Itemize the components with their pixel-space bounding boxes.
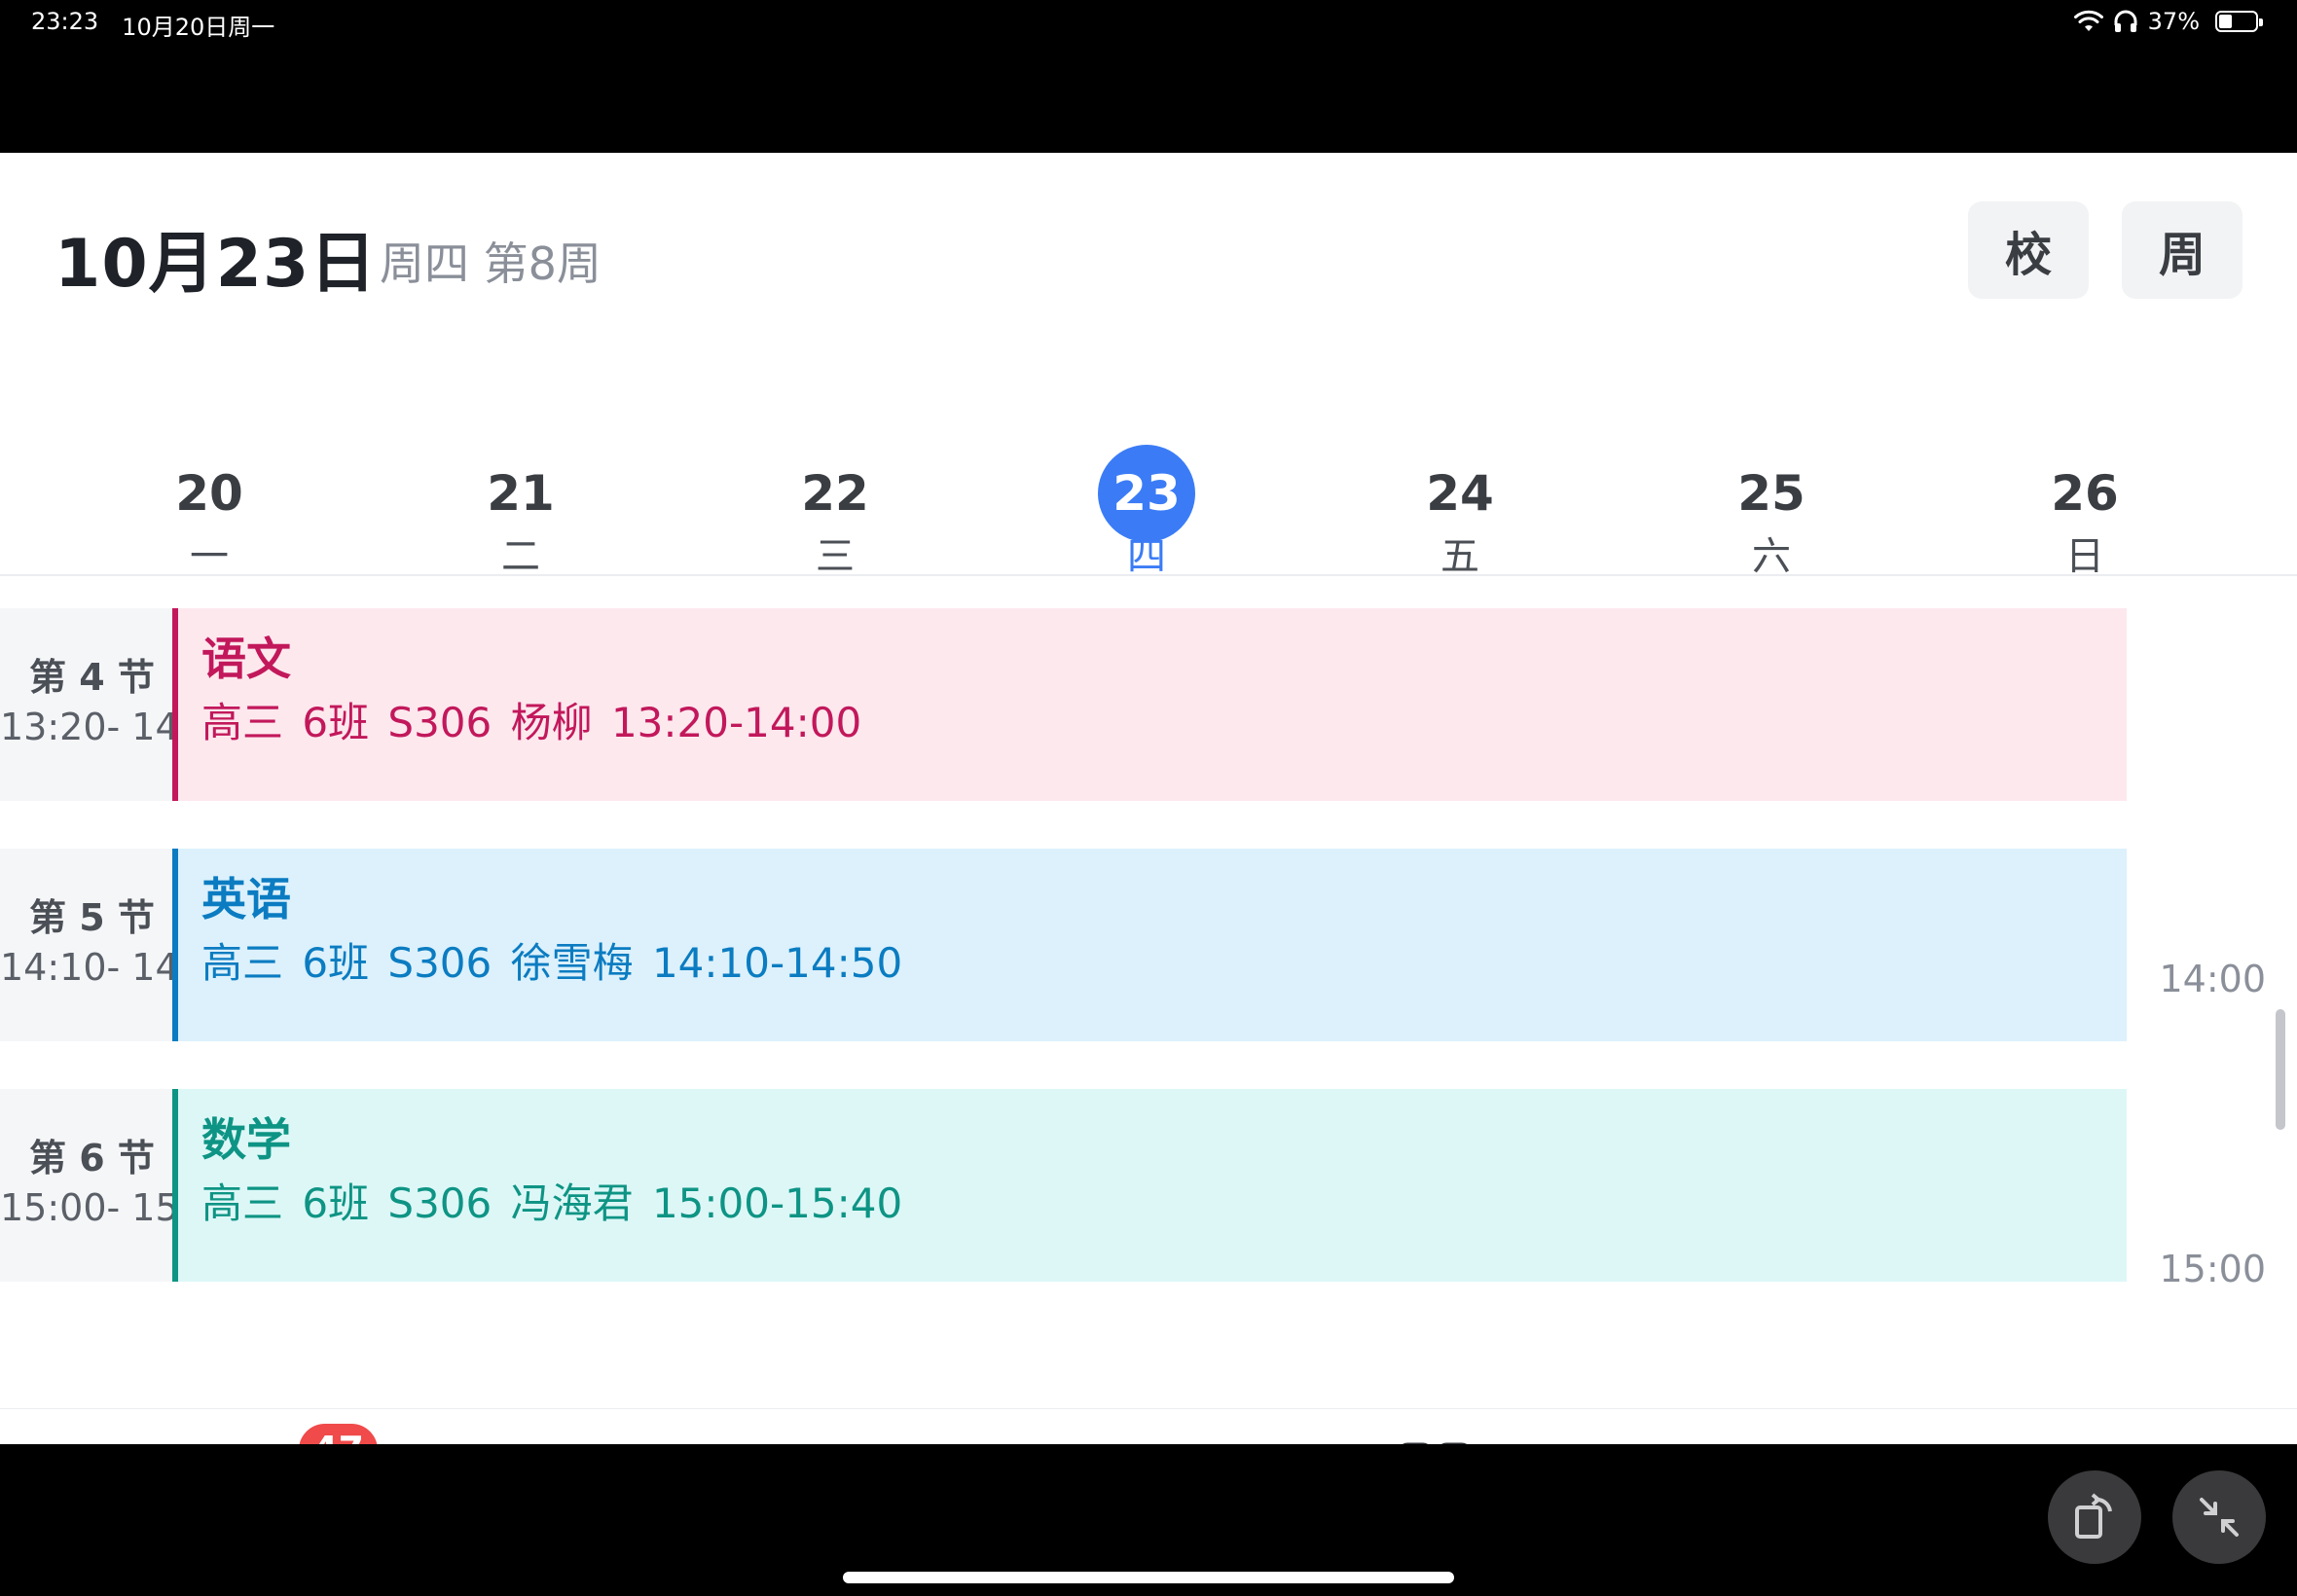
period-label: 第 4 节 13:20- 14 bbox=[0, 608, 173, 801]
class-subject: 语文 bbox=[201, 633, 291, 685]
hour-mark: 15:00 bbox=[2159, 1248, 2266, 1290]
bottom-tab-bar: 47 首页 日程 应用 bbox=[0, 1408, 2297, 1444]
week-view-button[interactable]: 周 bbox=[2122, 201, 2242, 299]
tab-home[interactable]: 47 首页 bbox=[160, 1409, 413, 1444]
status-bar: 23:23 10月20日周一 37% bbox=[0, 0, 2297, 47]
period-label: 第 5 节 14:10- 14: bbox=[0, 849, 173, 1041]
notification-badge: 47 bbox=[296, 1421, 381, 1444]
period-name: 第 4 节 bbox=[29, 656, 155, 699]
battery-icon bbox=[2215, 11, 2263, 32]
period-time: 13:20- 14 bbox=[0, 706, 173, 748]
class-subject: 数学 bbox=[201, 1113, 291, 1166]
calendar-icon bbox=[820, 1438, 901, 1444]
period-name: 第 5 节 bbox=[29, 896, 155, 939]
class-detail: 高三 6班 S306 杨柳 13:20-14:00 bbox=[201, 699, 862, 746]
period-name: 第 6 节 bbox=[29, 1137, 155, 1179]
day-number-selected[interactable]: 23 bbox=[1098, 445, 1195, 542]
school-calendar-button[interactable]: 校 bbox=[1968, 201, 2089, 299]
class-detail: 高三 6班 S306 冯海君 15:00-15:40 bbox=[201, 1179, 903, 1227]
tab-apps[interactable]: 应用 bbox=[1308, 1409, 1561, 1444]
tab-schedule[interactable]: 日程 bbox=[734, 1409, 987, 1444]
status-time: 23:23 bbox=[31, 8, 99, 35]
battery-percent: 37% bbox=[2147, 8, 2200, 35]
day-number[interactable]: 20 bbox=[161, 445, 258, 542]
day-number[interactable]: 26 bbox=[2036, 445, 2133, 542]
class-detail: 高三 6班 S306 徐雪梅 14:10-14:50 bbox=[201, 939, 903, 987]
period-label: 第 6 节 15:00- 15 bbox=[0, 1089, 173, 1282]
minimize-window-button[interactable] bbox=[2172, 1470, 2266, 1564]
day-number[interactable]: 24 bbox=[1411, 445, 1509, 542]
apps-grid-icon bbox=[1402, 1442, 1468, 1444]
class-card[interactable]: 英语 高三 6班 S306 徐雪梅 14:10-14:50 bbox=[172, 849, 2127, 1041]
screen: 23:23 10月20日周一 37% 10月23日 周四 第8周 校 周 一 二… bbox=[0, 0, 2297, 1596]
rotate-screen-button[interactable] bbox=[2048, 1470, 2141, 1564]
page-title: 10月23日 bbox=[55, 226, 378, 303]
class-subject: 英语 bbox=[201, 873, 291, 925]
hour-mark: 14:00 bbox=[2159, 958, 2266, 1000]
headphones-icon bbox=[2114, 10, 2137, 32]
day-number[interactable]: 21 bbox=[472, 445, 569, 542]
class-card[interactable]: 数学 高三 6班 S306 冯海君 15:00-15:40 bbox=[172, 1089, 2127, 1282]
tab-profile[interactable]: 我的 bbox=[1882, 1409, 2135, 1444]
rotate-icon bbox=[2075, 1493, 2112, 1539]
status-date: 10月20日周一 bbox=[122, 14, 275, 41]
home-indicator[interactable] bbox=[843, 1572, 1454, 1583]
header: 10月23日 周四 第8周 校 周 bbox=[0, 153, 2297, 338]
period-time: 14:10- 14: bbox=[0, 946, 173, 989]
schedule-app: 10月23日 周四 第8周 校 周 一 二 三 四 五 六 日 20 21 22… bbox=[0, 153, 2297, 1444]
day-number[interactable]: 25 bbox=[1723, 445, 1820, 542]
page-subtitle: 周四 第8周 bbox=[380, 237, 602, 290]
period-time: 15:00- 15 bbox=[0, 1186, 173, 1229]
day-number[interactable]: 22 bbox=[786, 445, 884, 542]
wifi-icon bbox=[2073, 10, 2103, 31]
scrollbar[interactable] bbox=[2276, 1009, 2285, 1130]
class-card[interactable]: 语文 高三 6班 S306 杨柳 13:20-14:00 bbox=[172, 608, 2127, 801]
schedule-list[interactable]: 第 4 节 13:20- 14 语文 高三 6班 S306 杨柳 13:20-1… bbox=[0, 576, 2297, 1408]
collapse-icon bbox=[2200, 1498, 2239, 1537]
profile-icon bbox=[1968, 1438, 2050, 1444]
